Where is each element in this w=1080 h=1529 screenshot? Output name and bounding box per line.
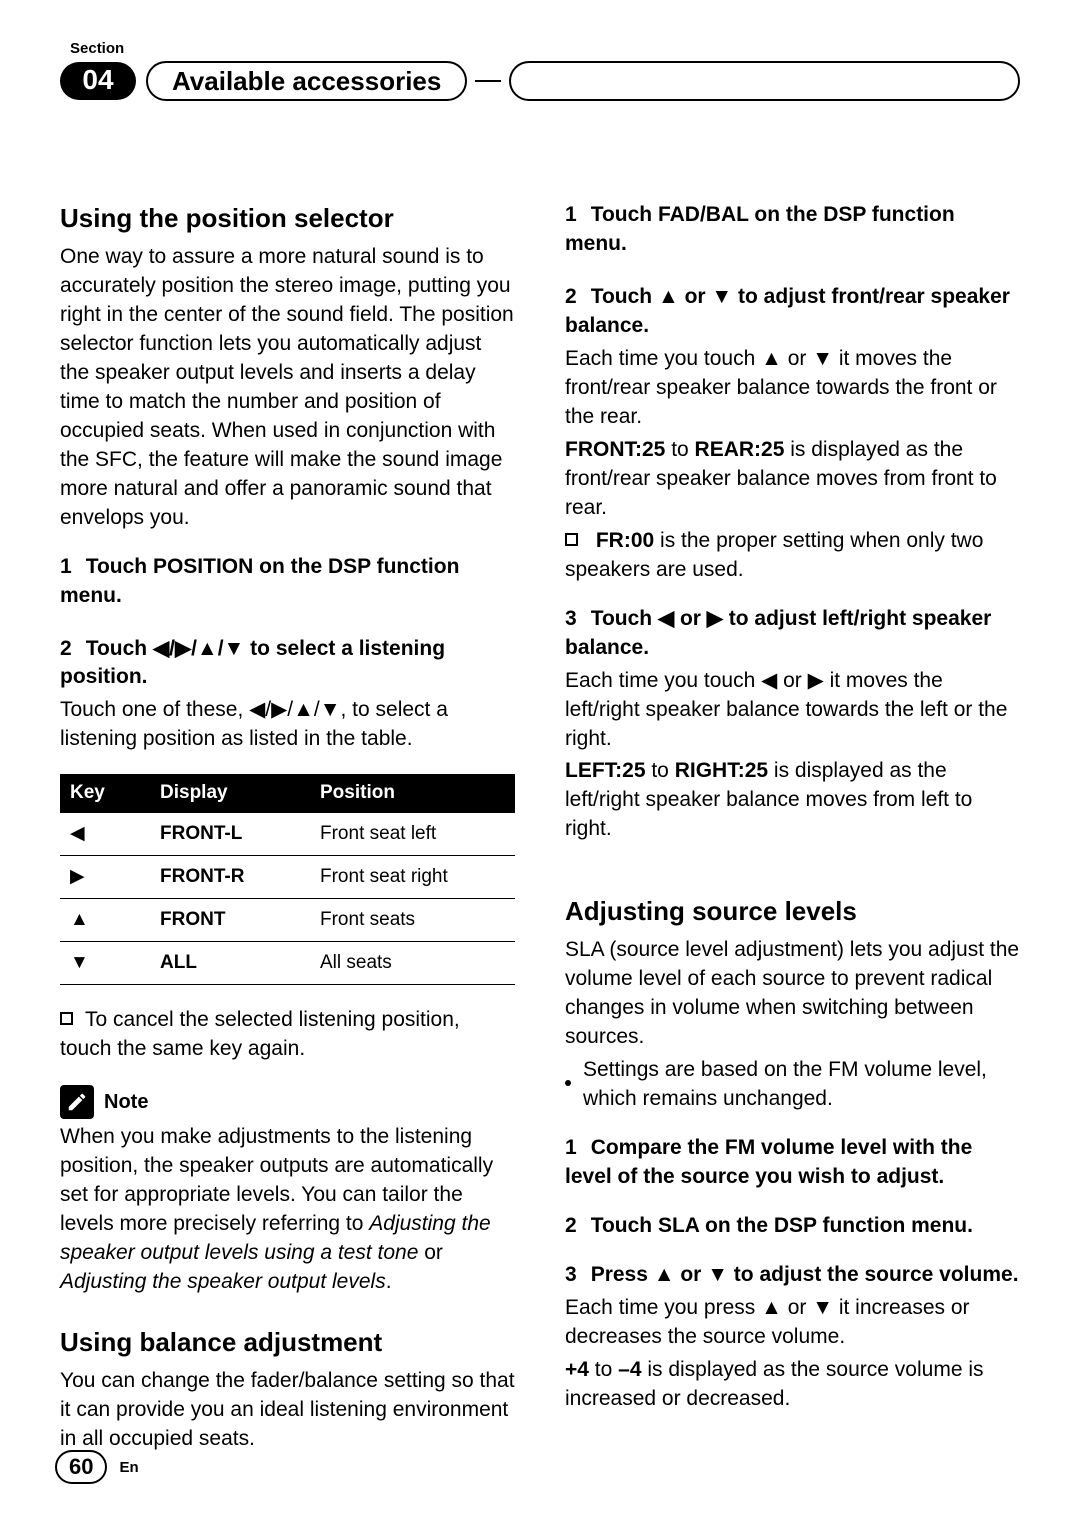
header-connector bbox=[475, 80, 501, 82]
bal-step-3-range: LEFT:25 to RIGHT:25 is displayed as the … bbox=[565, 757, 1020, 844]
page-footer: 60 En bbox=[55, 1450, 139, 1484]
step-number: 2 bbox=[60, 637, 86, 660]
cell-display: FRONT-L bbox=[150, 813, 310, 856]
table-row: ◀ FRONT-L Front seat left bbox=[60, 813, 515, 856]
sla-bullet-text: Settings are based on the FM volume leve… bbox=[583, 1056, 1020, 1114]
cell-position: Front seat left bbox=[310, 813, 515, 856]
sla-intro: SLA (source level adjustment) lets you a… bbox=[565, 936, 1020, 1052]
fr00-note: FR:00 is the proper setting when only tw… bbox=[565, 527, 1020, 585]
range-left: LEFT:25 bbox=[565, 759, 646, 782]
balance-intro: You can change the fader/balance setting… bbox=[60, 1367, 515, 1454]
th-position: Position bbox=[310, 774, 515, 812]
page-header: 04 Available accessories bbox=[60, 61, 1020, 101]
range-mid: to bbox=[665, 438, 694, 461]
page-number: 60 bbox=[55, 1450, 107, 1484]
range-front: FRONT:25 bbox=[565, 438, 665, 461]
heading-position-selector: Using the position selector bbox=[60, 201, 515, 237]
step-text: Touch FAD/BAL on the DSP function menu. bbox=[565, 203, 955, 255]
pencil-icon bbox=[60, 1085, 94, 1119]
cell-position: All seats bbox=[310, 942, 515, 985]
table-row: ▲ FRONT Front seats bbox=[60, 899, 515, 942]
sla-range-neg: –4 bbox=[618, 1358, 641, 1381]
step-number: 1 bbox=[565, 1136, 591, 1159]
cell-key: ◀ bbox=[60, 813, 150, 856]
note-text-mid: or bbox=[418, 1241, 443, 1264]
bal-step-2: 2Touch ▲ or ▼ to adjust front/rear speak… bbox=[565, 283, 1020, 341]
cell-position: Front seats bbox=[310, 899, 515, 942]
step-number: 3 bbox=[565, 607, 591, 630]
range-right: RIGHT:25 bbox=[675, 759, 768, 782]
note-text-end: . bbox=[386, 1270, 392, 1293]
sla-range-pos: +4 bbox=[565, 1358, 589, 1381]
bal-step-2-range: FRONT:25 to REAR:25 is displayed as the … bbox=[565, 436, 1020, 523]
right-column: 1Touch FAD/BAL on the DSP function menu.… bbox=[565, 201, 1020, 1474]
step-number: 1 bbox=[60, 555, 86, 578]
sla-step-3: 3Press ▲ or ▼ to adjust the source volum… bbox=[565, 1261, 1020, 1290]
heading-balance-adjustment: Using balance adjustment bbox=[60, 1325, 515, 1361]
section-number-pill: 04 bbox=[60, 62, 136, 100]
pos-step-2: 2Touch ◀/▶/▲/▼ to select a listening pos… bbox=[60, 635, 515, 693]
step-number: 2 bbox=[565, 285, 591, 308]
language-label: En bbox=[119, 1459, 138, 1476]
step-text: Touch ◀/▶/▲/▼ to select a listening posi… bbox=[60, 637, 445, 689]
bal-step-2-body: Each time you touch ▲ or ▼ it moves the … bbox=[565, 345, 1020, 432]
cell-display: ALL bbox=[150, 942, 310, 985]
table-row: ▶ FRONT-R Front seat right bbox=[60, 855, 515, 898]
position-table: Key Display Position ◀ FRONT-L Front sea… bbox=[60, 774, 515, 985]
sla-bullet: Settings are based on the FM volume leve… bbox=[565, 1056, 1020, 1114]
cell-key: ▶ bbox=[60, 855, 150, 898]
step-text: Compare the FM volume level with the lev… bbox=[565, 1136, 972, 1188]
bal-step-1: 1Touch FAD/BAL on the DSP function menu. bbox=[565, 201, 1020, 259]
cell-key: ▼ bbox=[60, 942, 150, 985]
step-text: Touch SLA on the DSP function menu. bbox=[591, 1214, 973, 1237]
content-columns: Using the position selector One way to a… bbox=[60, 201, 1020, 1474]
pos-step-2-body: Touch one of these, ◀/▶/▲/▼, to select a… bbox=[60, 696, 515, 754]
heading-adjusting-source-levels: Adjusting source levels bbox=[565, 894, 1020, 930]
cell-display: FRONT-R bbox=[150, 855, 310, 898]
sla-step-2: 2Touch SLA on the DSP function menu. bbox=[565, 1212, 1020, 1241]
th-key: Key bbox=[60, 774, 150, 812]
step-text: Touch ◀ or ▶ to adjust left/right speake… bbox=[565, 607, 991, 659]
bullet-icon bbox=[565, 1056, 571, 1114]
section-blank-pill bbox=[509, 61, 1020, 101]
step-number: 3 bbox=[565, 1263, 591, 1286]
note-italic-2: Adjusting the speaker output levels bbox=[60, 1270, 386, 1293]
bal-step-3: 3Touch ◀ or ▶ to adjust left/right speak… bbox=[565, 605, 1020, 663]
step-number: 2 bbox=[565, 1214, 591, 1237]
position-intro: One way to assure a more natural sound i… bbox=[60, 243, 515, 533]
step-text: Touch POSITION on the DSP function menu. bbox=[60, 555, 459, 607]
bal-step-3-body: Each time you touch ◀ or ▶ it moves the … bbox=[565, 667, 1020, 754]
note-header: Note bbox=[60, 1085, 515, 1119]
table-row: ▼ ALL All seats bbox=[60, 942, 515, 985]
note-body: When you make adjustments to the listeni… bbox=[60, 1123, 515, 1297]
sla-step-3-body: Each time you press ▲ or ▼ it increases … bbox=[565, 1294, 1020, 1352]
pos-step-1: 1Touch POSITION on the DSP function menu… bbox=[60, 553, 515, 611]
cell-display: FRONT bbox=[150, 899, 310, 942]
th-display: Display bbox=[150, 774, 310, 812]
step-number: 1 bbox=[565, 203, 591, 226]
step-text: Press ▲ or ▼ to adjust the source volume… bbox=[591, 1263, 1019, 1286]
manual-page: Section 04 Available accessories Using t… bbox=[0, 0, 1080, 1529]
fr00-label: FR:00 bbox=[596, 529, 654, 552]
step-text: Touch ▲ or ▼ to adjust front/rear speake… bbox=[565, 285, 1010, 337]
note-label: Note bbox=[104, 1089, 148, 1117]
section-title-pill: Available accessories bbox=[146, 61, 467, 101]
range-rear: REAR:25 bbox=[695, 438, 785, 461]
section-label: Section bbox=[70, 40, 1020, 57]
sla-range-mid: to bbox=[589, 1358, 618, 1381]
cancel-note: To cancel the selected listening positio… bbox=[60, 1006, 515, 1064]
left-column: Using the position selector One way to a… bbox=[60, 201, 515, 1474]
range-mid: to bbox=[646, 759, 675, 782]
sla-range: +4 to –4 is displayed as the source volu… bbox=[565, 1356, 1020, 1414]
sla-step-1: 1Compare the FM volume level with the le… bbox=[565, 1134, 1020, 1192]
cell-position: Front seat right bbox=[310, 855, 515, 898]
cell-key: ▲ bbox=[60, 899, 150, 942]
